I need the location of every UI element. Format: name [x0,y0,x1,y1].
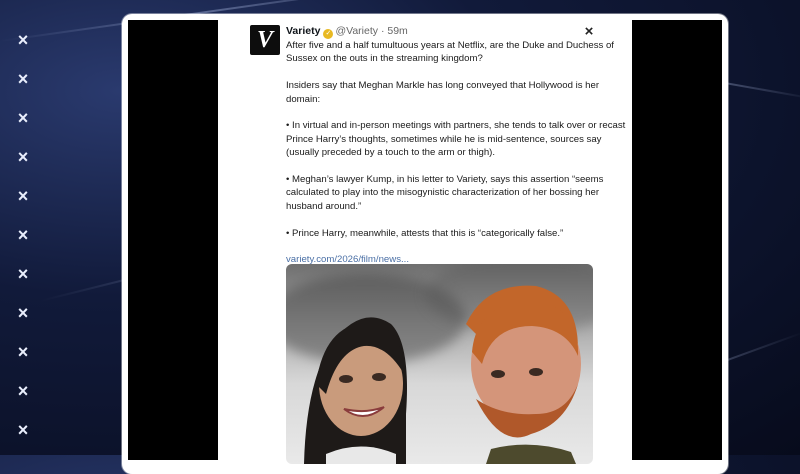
account-name[interactable]: Variety [286,25,320,37]
side-close-icon[interactable]: × [14,109,32,127]
letterbox-right [632,20,722,460]
tweet-paragraph: • In virtual and in-person meetings with… [286,120,626,159]
close-icon[interactable]: × [581,24,597,40]
side-close-icon[interactable]: × [14,304,32,322]
tweet-paragraph: • Meghan’s lawyer Kump, in his letter to… [286,174,604,212]
tweet-paragraph: Insiders say that Meghan Markle has long… [286,80,600,105]
verified-badge-icon: ✓ [323,29,334,39]
side-close-icon[interactable]: × [14,382,32,400]
side-close-icon[interactable]: × [14,31,32,49]
side-close-icon[interactable]: × [14,187,32,205]
tweet-media-image[interactable] [286,264,593,464]
variety-avatar[interactable]: V [250,25,280,55]
avatar-letter: V [256,27,273,53]
side-close-icon[interactable]: × [14,148,32,166]
illustration-couple [304,285,581,464]
side-close-icon[interactable]: × [14,421,32,439]
header-separator: · [380,25,385,37]
letterbox-left [128,20,218,460]
tweet-paragraph: • Prince Harry, meanwhile, attests that … [286,227,564,239]
side-close-icon[interactable]: × [14,226,32,244]
side-close-icon[interactable]: × [14,343,32,361]
tweet-card: V Variety ✓ @Variety · 59m × After five an… [218,20,632,464]
tweet-header: Variety ✓ @Variety · 59m [286,25,408,39]
side-close-icon[interactable]: × [14,70,32,88]
tweet-time[interactable]: 59m [387,25,407,37]
side-close-icon[interactable]: × [14,265,32,283]
tweet-paragraph: After five and a half tumultuous years a… [286,40,614,65]
account-handle[interactable]: @Variety [335,25,378,37]
tweet-body: After five and a half tumultuous years a… [286,39,626,267]
